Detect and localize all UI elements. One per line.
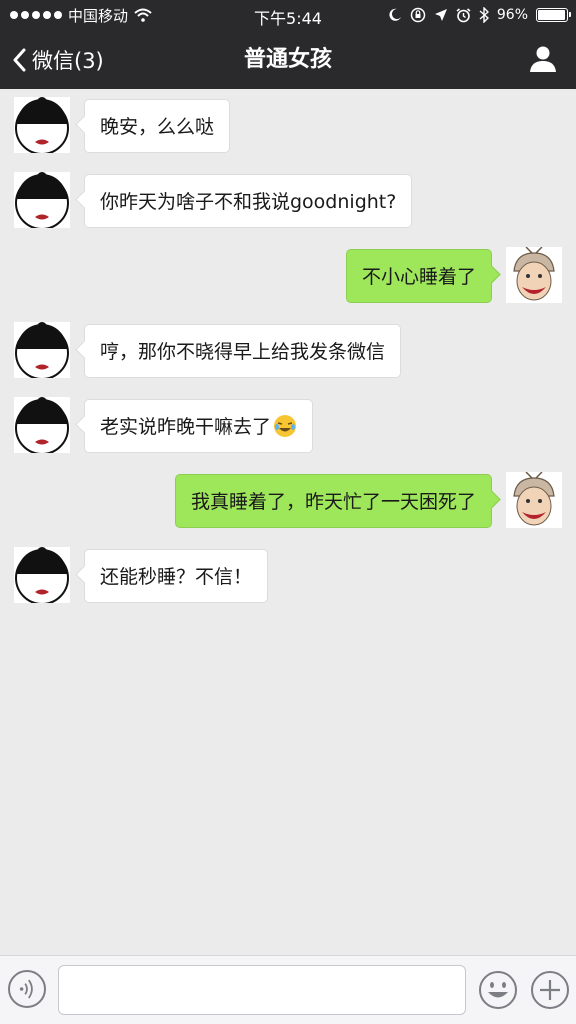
moon-icon xyxy=(389,8,401,21)
message-bubble[interactable]: 我真睡着了，昨天忙了一天困死了 xyxy=(174,474,492,528)
message-bubble[interactable]: 不小心睡着了 xyxy=(345,249,492,303)
message-text: 我真睡着了，昨天忙了一天困死了 xyxy=(190,491,476,513)
incoming-message: 哼，那你不晓得早上给我发条微信 xyxy=(0,322,576,382)
chat-area[interactable]: 晚安，么么哒 你昨天为啥子不和我说goodnight? 不小心睡着了 哼，那你不… xyxy=(0,89,576,955)
smiley-icon[interactable] xyxy=(478,970,518,1010)
outgoing-message: 我真睡着了，昨天忙了一天困死了 xyxy=(0,472,576,532)
contact-avatar[interactable] xyxy=(14,547,70,603)
contact-avatar[interactable] xyxy=(14,322,70,378)
voice-icon[interactable] xyxy=(8,970,46,1008)
incoming-message: 还能秒睡？不信！ xyxy=(0,547,576,607)
person-icon[interactable] xyxy=(528,44,558,74)
my-avatar[interactable] xyxy=(506,247,562,303)
back-label: 微信(3) xyxy=(32,48,104,73)
message-text: 老实说昨晚干嘛去了 xyxy=(100,416,272,438)
plus-icon[interactable] xyxy=(530,970,570,1010)
outgoing-message: 不小心睡着了 xyxy=(0,247,576,307)
message-bubble[interactable]: 晚安，么么哒 xyxy=(84,99,231,153)
message-text: 还能秒睡？不信！ xyxy=(100,566,253,588)
crying-laughing-emoji xyxy=(274,414,297,437)
message-text: 哼，那你不晓得早上给我发条微信 xyxy=(100,341,386,363)
contact-avatar[interactable] xyxy=(14,97,70,153)
contact-avatar[interactable] xyxy=(14,397,70,453)
nav-bar: 微信(3) 普通女孩 xyxy=(0,30,576,89)
battery-icon xyxy=(536,8,571,22)
message-text: 晚安，么么哒 xyxy=(100,116,215,138)
status-right: 96% xyxy=(388,0,571,30)
message-text: 你昨天为啥子不和我说goodnight? xyxy=(100,191,397,213)
bluetooth-icon xyxy=(479,7,489,23)
status-bar: 中国移动 下午5:44 96% xyxy=(0,0,576,30)
contact-avatar[interactable] xyxy=(14,172,70,228)
message-text: 不小心睡着了 xyxy=(361,266,476,288)
battery-percent: 96% xyxy=(496,7,528,23)
incoming-message: 老实说昨晚干嘛去了 xyxy=(0,397,576,457)
my-avatar[interactable] xyxy=(506,472,562,528)
message-bubble[interactable]: 你昨天为啥子不和我说goodnight? xyxy=(84,174,413,228)
message-bubble[interactable]: 还能秒睡？不信！ xyxy=(84,549,269,603)
back-button[interactable]: 微信(3) xyxy=(12,30,104,89)
orientation-lock-icon xyxy=(410,7,426,23)
message-input[interactable] xyxy=(58,965,466,1015)
battery-level xyxy=(538,10,565,20)
incoming-message: 你昨天为啥子不和我说goodnight? xyxy=(0,172,576,232)
input-bar xyxy=(0,955,576,1024)
location-arrow-icon xyxy=(434,9,447,21)
incoming-message: 晚安，么么哒 xyxy=(0,97,576,157)
chevron-left-icon xyxy=(13,48,26,71)
message-bubble[interactable]: 哼，那你不晓得早上给我发条微信 xyxy=(84,324,402,378)
alarm-icon xyxy=(456,7,471,22)
message-bubble[interactable]: 老实说昨晚干嘛去了 xyxy=(84,399,314,453)
